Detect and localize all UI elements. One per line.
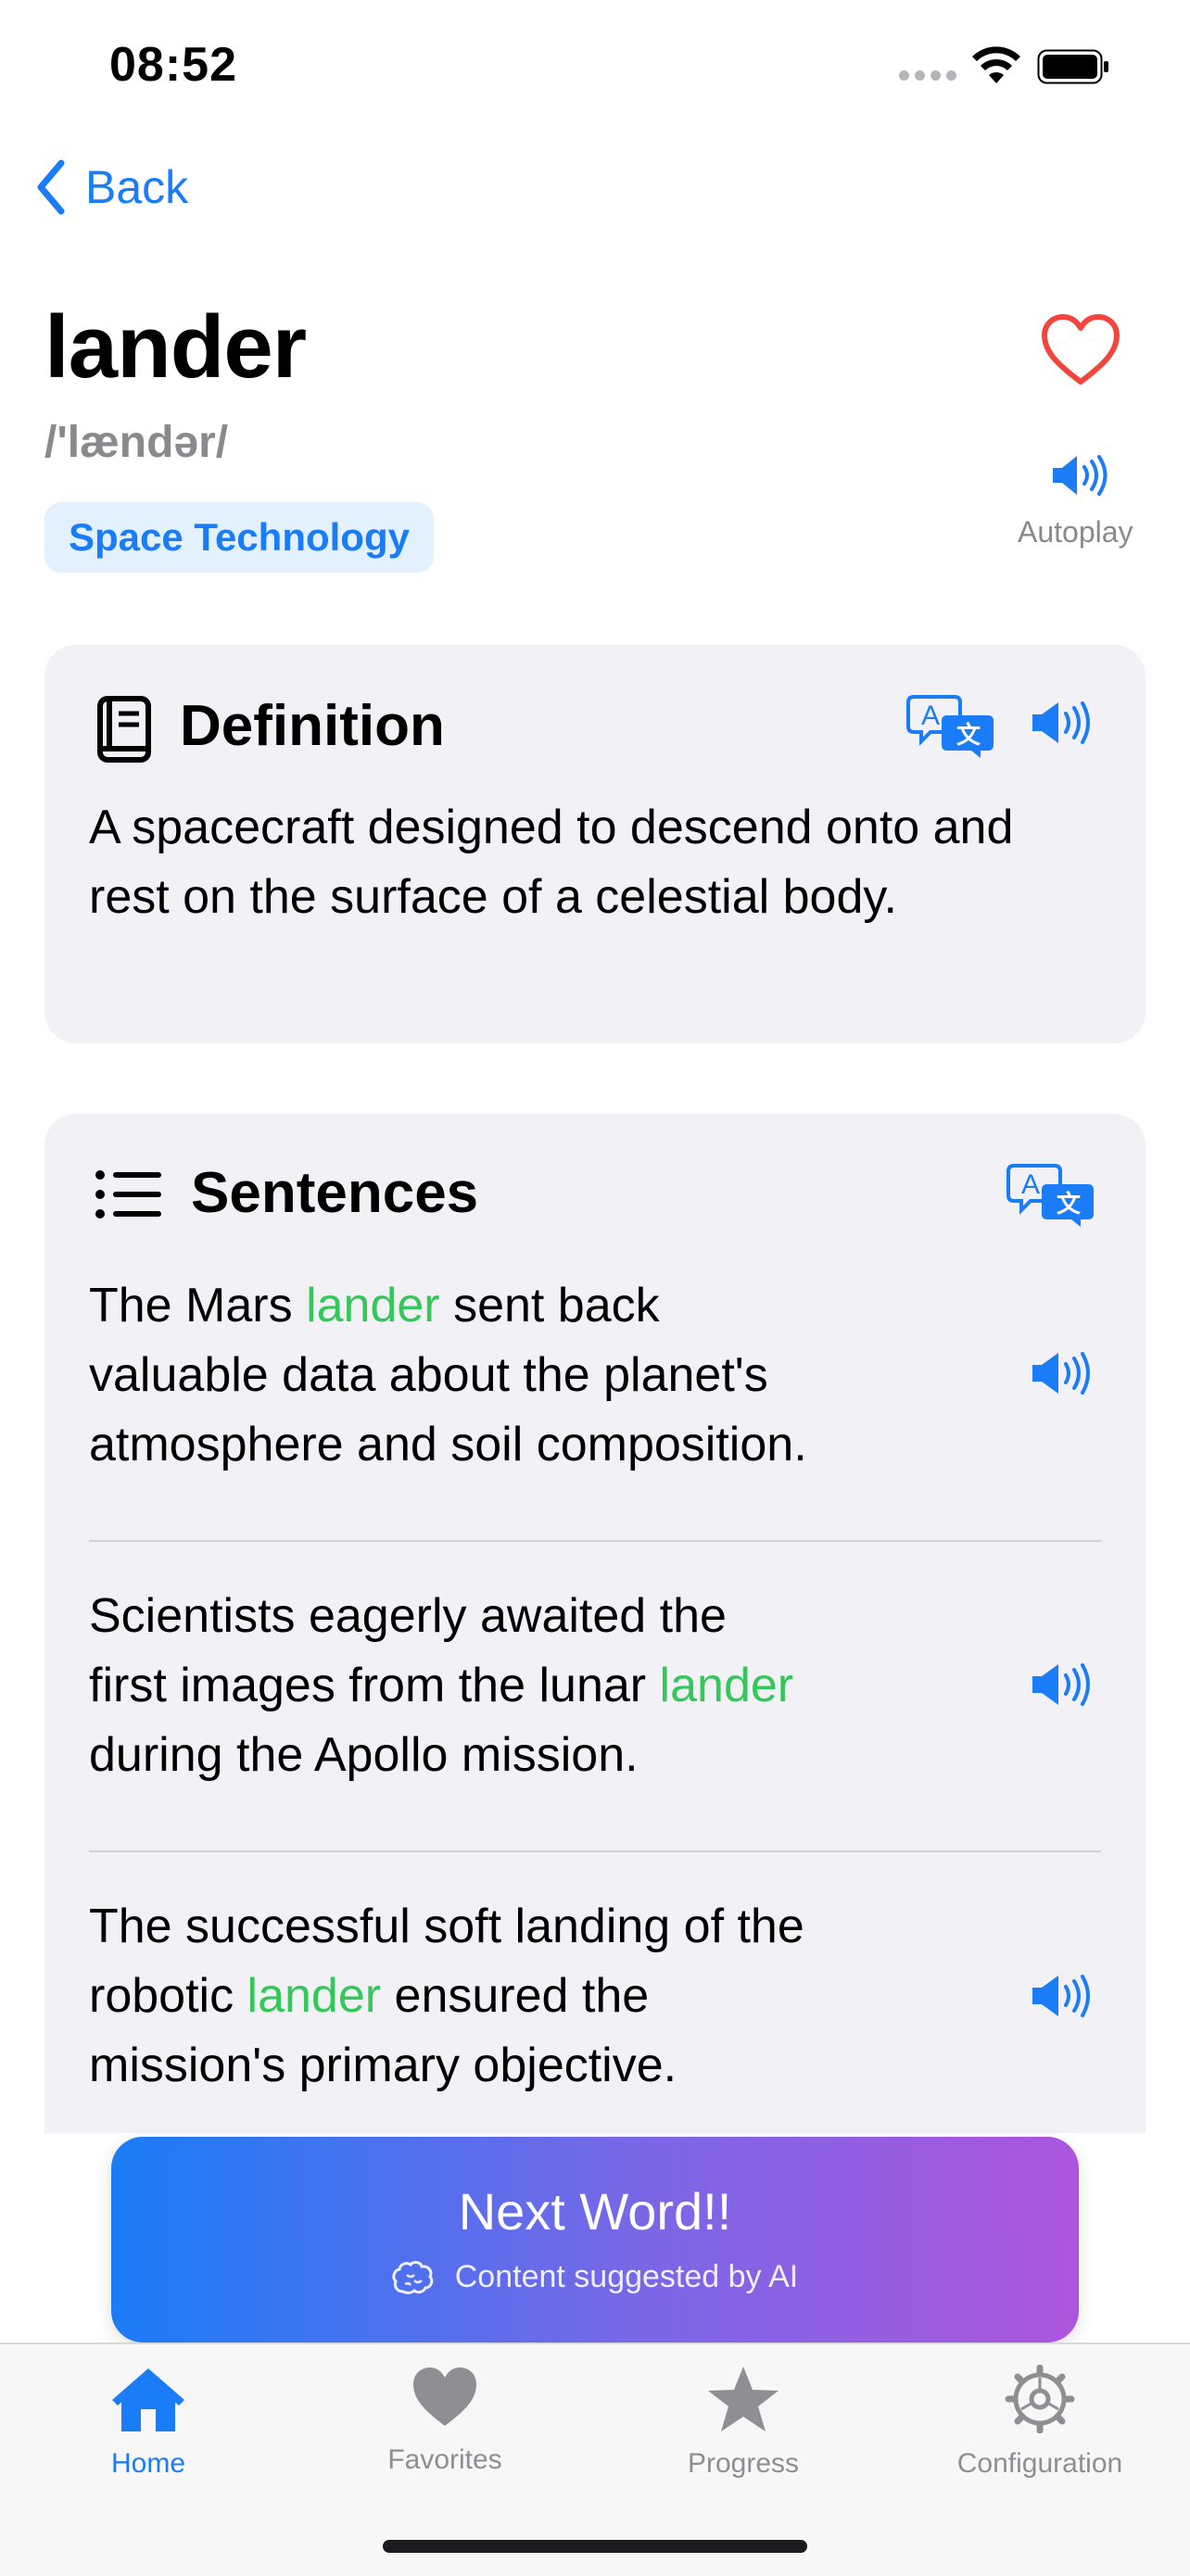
tab-label: Favorites: [387, 2444, 502, 2475]
highlighted-word: lander: [659, 1659, 794, 1712]
brain-icon: [392, 2260, 434, 2294]
star-icon: [708, 2367, 779, 2431]
speaker-definition-icon[interactable]: [1029, 699, 1094, 747]
sentence-text: mission's primary objective.: [89, 2039, 677, 2092]
gear-icon: [1005, 2364, 1075, 2434]
definition-title: Definition: [180, 694, 445, 758]
speaker-sentence-icon[interactable]: [1029, 1972, 1094, 2020]
house-icon: [112, 2368, 184, 2431]
wifi-icon: [972, 46, 1020, 83]
back-button[interactable]: Back: [35, 159, 188, 215]
svg-text:A: A: [1021, 1169, 1040, 1200]
sentence-text: robotic: [89, 1969, 247, 2023]
highlighted-word: lander: [247, 1969, 382, 2023]
sentence-text: first images from the lunar: [89, 1659, 660, 1712]
back-label: Back: [85, 161, 189, 213]
speaker-sentence-icon[interactable]: [1029, 1349, 1094, 1397]
next-word-label: Next Word!!: [458, 2182, 732, 2241]
sentence-item: Scientists eagerly awaited the first ima…: [89, 1582, 1016, 1790]
definition-text: A spacecraft designed to descend onto an…: [89, 801, 1014, 924]
sentence-item: The successful soft landing of the robot…: [89, 1892, 1034, 2101]
status-time: 08:52: [109, 38, 237, 92]
sentence-item: The Mars lander sent back valuable data …: [89, 1271, 1016, 1480]
translate-icon[interactable]: A 文: [1006, 1162, 1095, 1229]
tab-label: Home: [110, 2448, 186, 2479]
ai-note: Content suggested by AI: [111, 2259, 1079, 2295]
translate-icon[interactable]: A 文: [906, 693, 995, 760]
list-icon: [95, 1170, 161, 1219]
heart-icon: [413, 2368, 476, 2426]
sentence-text: atmosphere and soil composition.: [89, 1418, 807, 1471]
svg-text:A: A: [921, 701, 940, 731]
tab-configuration[interactable]: Configuration: [901, 2364, 1179, 2480]
tab-home[interactable]: Home: [9, 2365, 287, 2480]
divider: [89, 1850, 1101, 1852]
word-pronunciation: /'lændər/: [44, 418, 229, 467]
sentences-card: Sentences A 文 The Mars lander sent back …: [44, 1114, 1146, 2133]
svg-text:文: 文: [956, 721, 981, 750]
sentence-text: Scientists eagerly awaited the: [89, 1589, 727, 1643]
book-icon: [97, 696, 151, 763]
sentence-text: during the Apollo mission.: [89, 1728, 639, 1782]
battery-icon: [1037, 49, 1108, 84]
sentence-text: sent back: [439, 1279, 660, 1332]
speaker-sentence-icon[interactable]: [1029, 1661, 1094, 1709]
sentence-text: ensured the: [381, 1969, 650, 2023]
next-word-button[interactable]: Next Word!! Content suggested by AI: [111, 2137, 1079, 2342]
definition-card: Definition A 文 A spacecraft designed to …: [44, 645, 1146, 1043]
tab-label: Progress: [687, 2448, 800, 2479]
speaker-autoplay-icon[interactable]: [1049, 452, 1110, 499]
word-title: lander: [44, 297, 307, 397]
sentence-text: The Mars: [89, 1279, 307, 1332]
ai-note-text: Content suggested by AI: [454, 2259, 799, 2294]
svg-text:文: 文: [1057, 1190, 1082, 1219]
highlighted-word: lander: [306, 1279, 440, 1332]
favorite-heart-icon[interactable]: [1040, 313, 1121, 387]
chevron-left-icon: [37, 159, 65, 215]
category-badge: Space Technology: [44, 502, 434, 573]
sentence-text: valuable data about the planet's: [89, 1348, 768, 1402]
divider: [89, 1540, 1101, 1542]
sentences-title: Sentences: [191, 1161, 479, 1225]
tab-favorites[interactable]: Favorites: [306, 2365, 584, 2476]
autoplay-label: Autoplay: [1018, 515, 1133, 549]
cellular-signal-icon: [899, 70, 956, 81]
tab-progress[interactable]: Progress: [604, 2365, 882, 2480]
tab-label: Configuration: [956, 2448, 1123, 2479]
home-indicator: [383, 2540, 807, 2553]
sentence-text: The successful soft landing of the: [89, 1900, 804, 1953]
